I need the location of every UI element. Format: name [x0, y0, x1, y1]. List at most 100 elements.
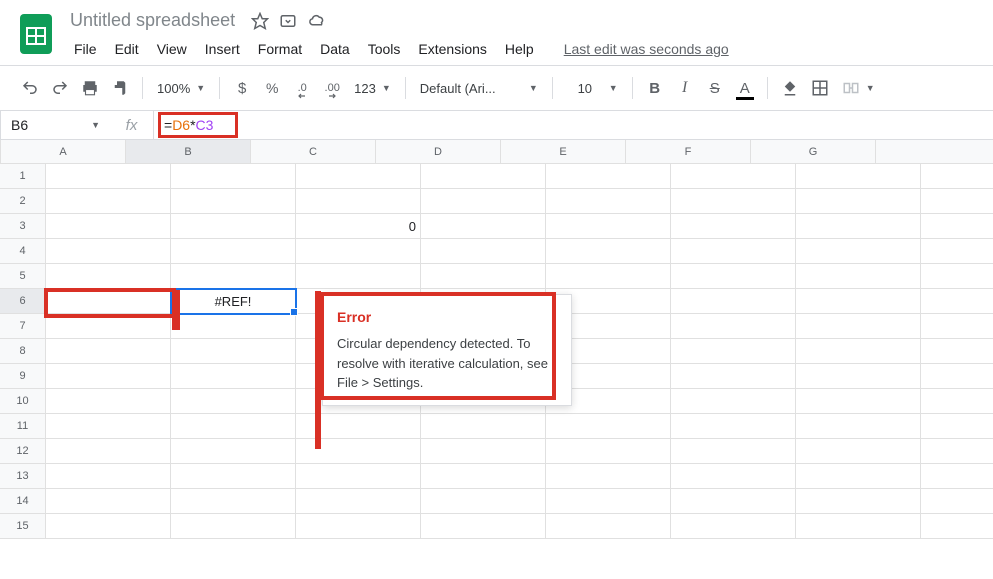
cell-E1[interactable]	[546, 164, 671, 189]
cell-D2[interactable]	[421, 189, 546, 214]
cell-A9[interactable]	[46, 364, 171, 389]
italic-button[interactable]: I	[671, 74, 699, 102]
column-header-E[interactable]: E	[501, 140, 626, 163]
row-header-5[interactable]: 5	[0, 264, 46, 289]
menu-edit[interactable]: Edit	[107, 37, 147, 61]
cell-A5[interactable]	[46, 264, 171, 289]
cell-F4[interactable]	[671, 239, 796, 264]
cell-extra-3[interactable]	[921, 214, 993, 239]
menu-view[interactable]: View	[149, 37, 195, 61]
cell-C5[interactable]	[296, 264, 421, 289]
column-header-C[interactable]: C	[251, 140, 376, 163]
row-header-13[interactable]: 13	[0, 464, 46, 489]
cell-C1[interactable]	[296, 164, 421, 189]
cell-A3[interactable]	[46, 214, 171, 239]
last-edit-link[interactable]: Last edit was seconds ago	[564, 41, 729, 57]
cell-D1[interactable]	[421, 164, 546, 189]
cell-G11[interactable]	[796, 414, 921, 439]
cell-C13[interactable]	[296, 464, 421, 489]
formula-input[interactable]: =D6*C3	[154, 111, 993, 139]
cell-D13[interactable]	[421, 464, 546, 489]
sheets-logo[interactable]	[16, 8, 56, 60]
cell-A4[interactable]	[46, 239, 171, 264]
cell-F14[interactable]	[671, 489, 796, 514]
cloud-icon[interactable]	[307, 12, 327, 30]
cell-A11[interactable]	[46, 414, 171, 439]
cell-F3[interactable]	[671, 214, 796, 239]
menu-help[interactable]: Help	[497, 37, 542, 61]
strikethrough-button[interactable]: S	[701, 74, 729, 102]
cell-F7[interactable]	[671, 314, 796, 339]
cell-G3[interactable]	[796, 214, 921, 239]
name-box[interactable]: B6 ▼	[0, 111, 110, 139]
cell-B15[interactable]	[171, 514, 296, 539]
cell-extra-12[interactable]	[921, 439, 993, 464]
cell-B6[interactable]: #REF!	[171, 289, 296, 314]
column-header-B[interactable]: B	[126, 140, 251, 163]
paint-format-button[interactable]	[106, 74, 134, 102]
cell-E3[interactable]	[546, 214, 671, 239]
cell-extra-13[interactable]	[921, 464, 993, 489]
cell-extra-1[interactable]	[921, 164, 993, 189]
menu-format[interactable]: Format	[250, 37, 310, 61]
cell-F2[interactable]	[671, 189, 796, 214]
row-header-11[interactable]: 11	[0, 414, 46, 439]
cell-B8[interactable]	[171, 339, 296, 364]
row-header-2[interactable]: 2	[0, 189, 46, 214]
cell-G12[interactable]	[796, 439, 921, 464]
more-formats-button[interactable]: 123▼	[348, 74, 397, 102]
format-percent-button[interactable]: %	[258, 74, 286, 102]
row-header-8[interactable]: 8	[0, 339, 46, 364]
menu-file[interactable]: File	[66, 37, 105, 61]
cell-F8[interactable]	[671, 339, 796, 364]
cell-E4[interactable]	[546, 239, 671, 264]
cell-G5[interactable]	[796, 264, 921, 289]
menu-extensions[interactable]: Extensions	[410, 37, 494, 61]
row-header-4[interactable]: 4	[0, 239, 46, 264]
column-header-D[interactable]: D	[376, 140, 501, 163]
cell-E5[interactable]	[546, 264, 671, 289]
row-header-3[interactable]: 3	[0, 214, 46, 239]
cell-B5[interactable]	[171, 264, 296, 289]
row-header-6[interactable]: 6	[0, 289, 46, 314]
menu-tools[interactable]: Tools	[360, 37, 409, 61]
font-size-select[interactable]: 10▼	[561, 74, 624, 102]
cell-B12[interactable]	[171, 439, 296, 464]
cell-F9[interactable]	[671, 364, 796, 389]
cell-C2[interactable]	[296, 189, 421, 214]
row-header-9[interactable]: 9	[0, 364, 46, 389]
cell-extra-6[interactable]	[921, 289, 993, 314]
cell-C14[interactable]	[296, 489, 421, 514]
cell-B10[interactable]	[171, 389, 296, 414]
row-header-7[interactable]: 7	[0, 314, 46, 339]
cell-extra-10[interactable]	[921, 389, 993, 414]
cell-extra-7[interactable]	[921, 314, 993, 339]
redo-button[interactable]	[46, 74, 74, 102]
cell-G14[interactable]	[796, 489, 921, 514]
move-icon[interactable]	[279, 12, 297, 30]
cell-A14[interactable]	[46, 489, 171, 514]
bold-button[interactable]: B	[641, 74, 669, 102]
menu-data[interactable]: Data	[312, 37, 358, 61]
cell-F13[interactable]	[671, 464, 796, 489]
cell-D5[interactable]	[421, 264, 546, 289]
cell-G2[interactable]	[796, 189, 921, 214]
cell-G13[interactable]	[796, 464, 921, 489]
cell-B7[interactable]	[171, 314, 296, 339]
row-header-15[interactable]: 15	[0, 514, 46, 539]
column-header-A[interactable]: A	[1, 140, 126, 163]
column-header-G[interactable]: G	[751, 140, 876, 163]
cell-F5[interactable]	[671, 264, 796, 289]
cell-B9[interactable]	[171, 364, 296, 389]
row-header-10[interactable]: 10	[0, 389, 46, 414]
cell-A10[interactable]	[46, 389, 171, 414]
cell-E15[interactable]	[546, 514, 671, 539]
cell-G9[interactable]	[796, 364, 921, 389]
cell-G1[interactable]	[796, 164, 921, 189]
cell-extra-11[interactable]	[921, 414, 993, 439]
cell-G4[interactable]	[796, 239, 921, 264]
merge-cells-button[interactable]: ▼	[836, 74, 881, 102]
column-header-extra[interactable]	[876, 140, 993, 163]
cell-B13[interactable]	[171, 464, 296, 489]
fill-color-button[interactable]	[776, 74, 804, 102]
